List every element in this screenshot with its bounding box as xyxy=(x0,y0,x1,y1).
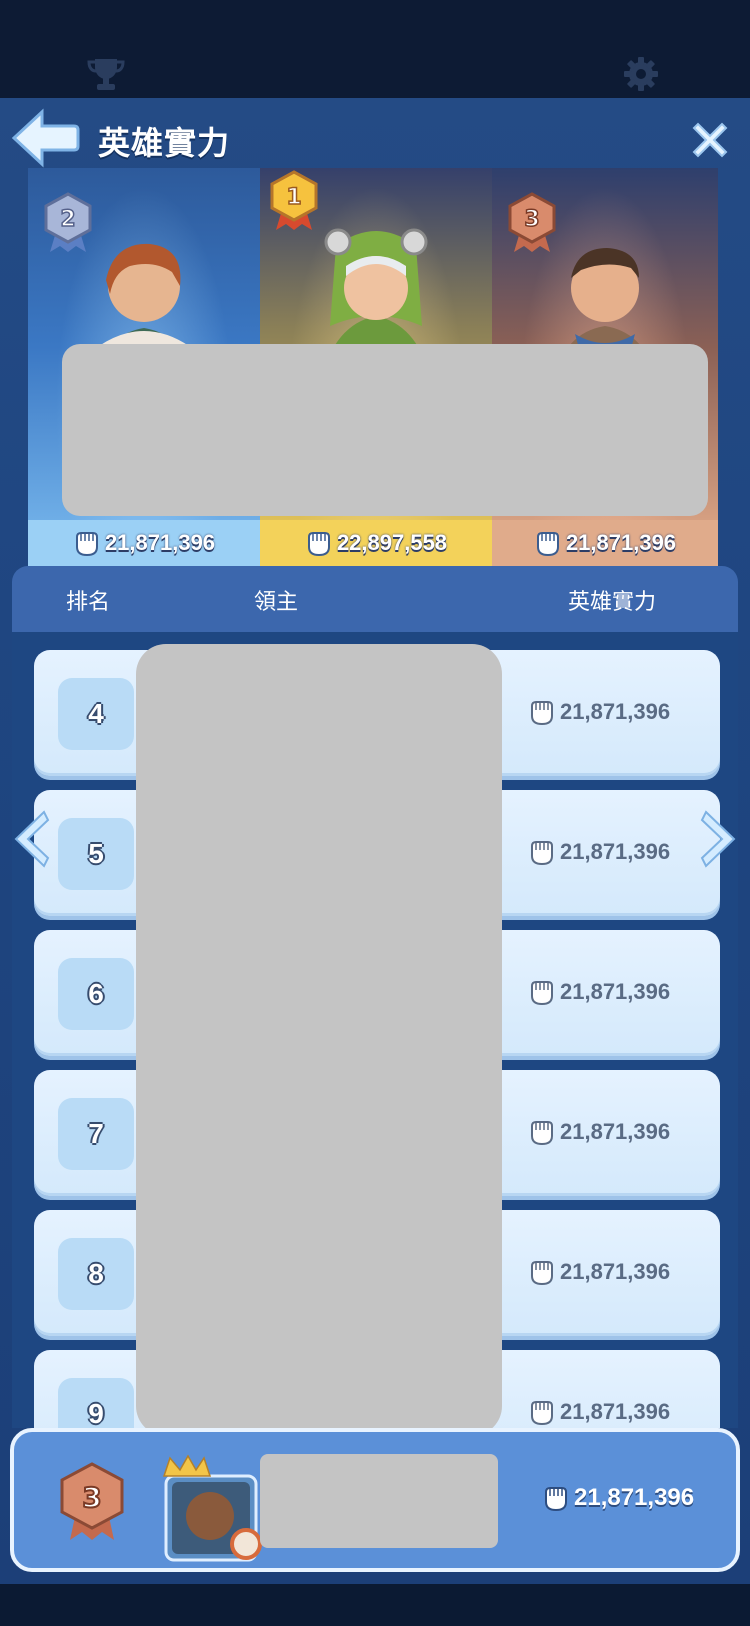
rank-badge: 6 xyxy=(58,958,134,1030)
row-power: 21,871,396 xyxy=(528,838,670,866)
rank-badge: 9 xyxy=(58,1378,134,1428)
column-lord-header: 領主 xyxy=(254,589,299,614)
rank-number: 5 xyxy=(88,838,104,869)
row-power: 21,871,396 xyxy=(528,1398,670,1426)
rank-badge: 4 xyxy=(58,678,134,750)
fist-icon xyxy=(531,1261,553,1286)
previous-arrow-icon[interactable] xyxy=(10,808,52,870)
power-value: 21,871,396 xyxy=(560,1399,671,1424)
svg-text:2: 2 xyxy=(60,207,75,232)
rank-1-medal-icon: 1 xyxy=(270,170,318,230)
trophy-icon[interactable] xyxy=(86,56,126,92)
fist-icon xyxy=(536,532,559,557)
rank-number: 7 xyxy=(88,1118,104,1149)
power-value: 21,871,396 xyxy=(560,839,671,864)
row-power: 21,871,396 xyxy=(528,1118,670,1146)
svg-text:3: 3 xyxy=(524,207,539,232)
svg-text:3: 3 xyxy=(82,1481,101,1514)
podium-power-value: 21,871,396 xyxy=(104,530,216,555)
avatar[interactable] xyxy=(160,1454,264,1564)
podium-power-bar: 21,871,396 xyxy=(28,520,260,566)
next-arrow-icon[interactable] xyxy=(698,808,740,870)
back-arrow-icon[interactable] xyxy=(10,108,80,168)
podium-power-value: 21,871,396 xyxy=(565,530,677,555)
fist-icon xyxy=(531,1401,553,1426)
rank-2-medal-icon: 2 xyxy=(44,192,92,252)
rank-badge: 5 xyxy=(58,818,134,890)
my-power-value: 21,871,396 xyxy=(574,1484,695,1511)
my-ranking-row[interactable]: 3 21,871,396 xyxy=(10,1428,740,1572)
power-value: 21,871,396 xyxy=(560,1119,671,1144)
podium-power-value: 22,897,558 xyxy=(336,530,448,555)
podium-power-bar: 22,897,558 xyxy=(260,520,492,566)
fist-icon xyxy=(531,841,553,866)
close-icon[interactable] xyxy=(688,118,732,162)
svg-text:1: 1 xyxy=(286,185,301,210)
fist-icon xyxy=(531,1121,553,1146)
rank-number: 9 xyxy=(88,1398,104,1428)
gear-icon[interactable] xyxy=(622,55,660,93)
rank-badge: 8 xyxy=(58,1238,134,1310)
rank-number: 4 xyxy=(88,698,104,729)
fist-icon xyxy=(531,981,553,1006)
page-title: 英雄實力 xyxy=(98,125,231,161)
row-power: 21,871,396 xyxy=(528,978,670,1006)
redacted-area xyxy=(260,1454,498,1548)
power-value: 21,871,396 xyxy=(560,699,671,724)
power-value: 21,871,396 xyxy=(560,979,671,1004)
fist-icon xyxy=(75,532,98,557)
power-value: 21,871,396 xyxy=(560,1259,671,1284)
rank-number: 8 xyxy=(88,1258,104,1289)
fist-icon xyxy=(545,1487,567,1512)
redacted-area xyxy=(136,644,502,1436)
column-rank-header: 排名 xyxy=(66,589,111,614)
rank-3-medal-icon: 3 xyxy=(60,1462,124,1540)
row-power: 21,871,396 xyxy=(528,1258,670,1286)
podium-power-bar: 21,871,396 xyxy=(492,520,718,566)
rank-number: 6 xyxy=(88,978,104,1009)
bottom-bar xyxy=(0,1584,750,1626)
rank-3-medal-icon: 3 xyxy=(508,192,556,252)
rank-badge: 7 xyxy=(58,1098,134,1170)
column-power-header: 英雄實力 xyxy=(568,589,657,614)
row-power: 21,871,396 xyxy=(528,698,670,726)
table-header: 排名 領主 英雄實力 xyxy=(12,566,738,632)
redacted-area xyxy=(62,344,708,516)
fist-icon xyxy=(531,701,553,726)
fist-icon xyxy=(307,532,330,557)
top-bar xyxy=(0,0,750,98)
my-power: 21,871,396 xyxy=(542,1484,694,1512)
